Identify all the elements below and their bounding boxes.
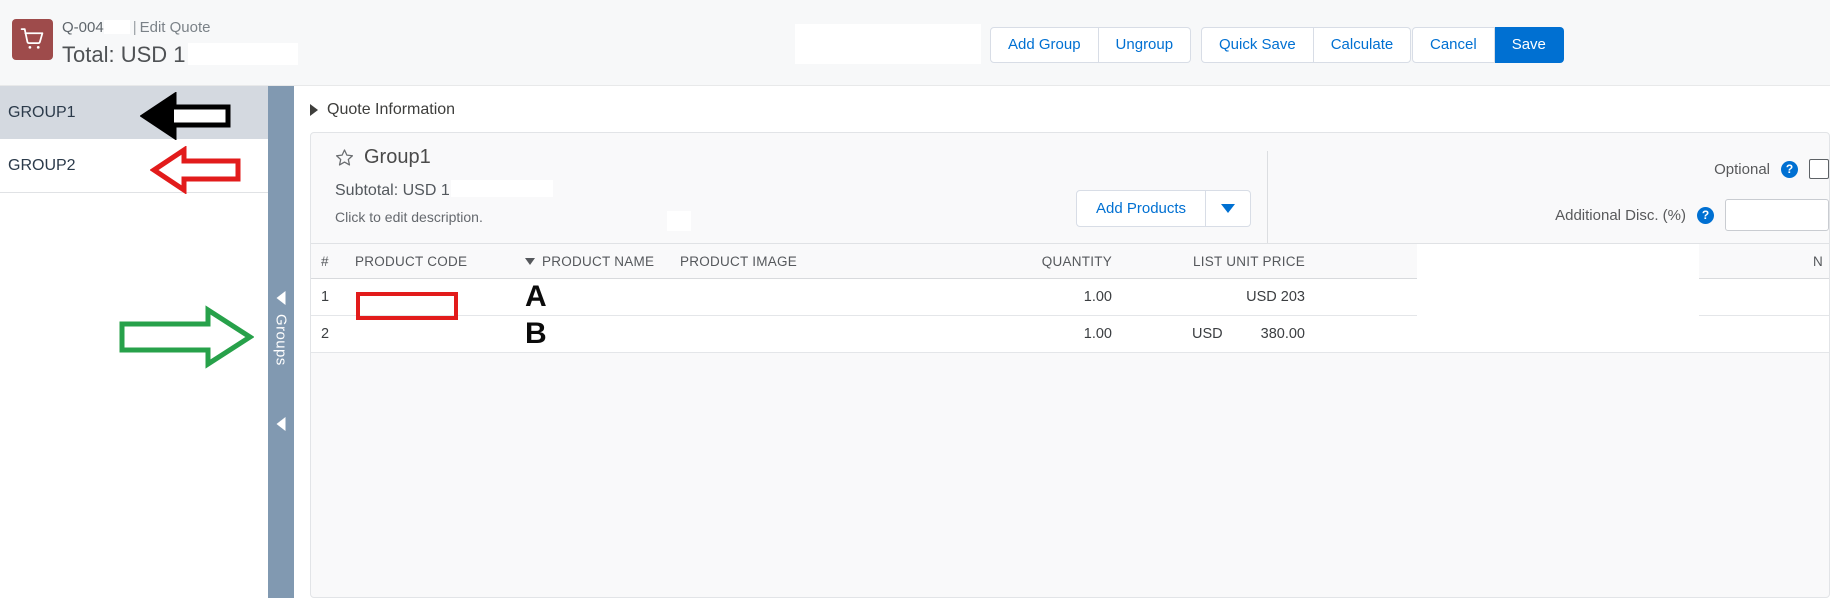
cell-quantity[interactable]: 1.00 <box>912 326 1138 342</box>
red-rectangle-highlight <box>356 292 458 320</box>
quote-editor-page: Q-004 | Edit Quote Total: USD 1 Add Group … <box>0 0 1830 598</box>
help-icon[interactable]: ? <box>1697 206 1714 224</box>
quick-save-button[interactable]: Quick Save <box>1201 27 1314 63</box>
star-outline-icon[interactable] <box>335 148 354 167</box>
group-list-item-group1[interactable]: GROUP1 <box>0 86 268 139</box>
total-label: Total: USD 1 <box>62 42 186 67</box>
group-card-header: Group1 Subtotal: USD 1 Click to edit des… <box>311 133 1829 249</box>
redacted-block-subtotal <box>450 180 553 197</box>
page-header: Q-004 | Edit Quote Total: USD 1 Add Group … <box>0 0 1830 86</box>
breadcrumb: Q-004 | Edit Quote <box>62 18 298 38</box>
group-card-header-left: Group1 Subtotal: USD 1 Click to edit des… <box>335 146 553 225</box>
quote-id: Q-004 <box>62 19 104 36</box>
help-icon[interactable]: ? <box>1781 160 1798 178</box>
optional-label: Optional <box>1714 160 1770 178</box>
group-list-item-group2[interactable]: GROUP2 <box>0 139 268 192</box>
group-title: Group1 <box>364 146 431 168</box>
chevron-down-icon <box>1221 204 1236 213</box>
column-header-product-name[interactable]: PRODUCT NAME <box>525 254 680 269</box>
product-table: # PRODUCT CODE PRODUCT NAME PRODUCT IMAG… <box>311 243 1829 353</box>
additional-discount-input[interactable] <box>1725 199 1829 231</box>
group-options-panel: Optional ? Additional Disc. (%) ? <box>1269 153 1829 245</box>
group-list-sidebar: GROUP1 GROUP2 <box>0 86 268 598</box>
cell-index: 1 <box>321 289 330 305</box>
header-titles: Q-004 | Edit Quote Total: USD 1 <box>62 18 298 70</box>
card-header-divider <box>1267 151 1268 249</box>
group-list-divider <box>0 192 268 193</box>
quote-information-label: Quote Information <box>327 101 456 118</box>
save-actions-button-group: Quick Save Calculate <box>1201 27 1412 63</box>
additional-discount-row: Additional Disc. (%) ? <box>1269 199 1829 231</box>
group-subtotal: Subtotal: USD 1 <box>335 180 553 200</box>
column-header-index[interactable]: # <box>311 254 355 269</box>
collapse-arrow-top-icon[interactable] <box>276 291 286 305</box>
optional-checkbox[interactable] <box>1809 159 1829 179</box>
redacted-block-table <box>1417 244 1699 344</box>
chevron-right-icon <box>310 104 318 116</box>
add-group-button[interactable]: Add Group <box>990 27 1099 63</box>
add-products-button[interactable]: Add Products <box>1076 190 1207 227</box>
cell-product-name[interactable]: A <box>525 282 680 312</box>
cell-product-name[interactable]: B <box>525 319 680 349</box>
group-description-placeholder[interactable]: Click to edit description. <box>335 209 553 225</box>
cancel-save-button-group: Cancel Save <box>1412 27 1564 63</box>
collapse-arrow-bottom-icon[interactable] <box>276 417 286 431</box>
shopping-cart-icon <box>12 19 53 60</box>
group-actions-button-group: Add Group Ungroup <box>990 27 1192 63</box>
cell-list-unit-price[interactable]: USD 203 <box>1138 289 1333 305</box>
cell-product-name-value: B <box>525 317 547 350</box>
page-title: Total: USD 1 <box>62 40 298 70</box>
add-products-dropdown-button[interactable] <box>1206 190 1252 227</box>
column-header-product-code[interactable]: PRODUCT CODE <box>355 254 525 269</box>
groups-rail-toggle[interactable]: Groups <box>268 86 294 598</box>
redacted-block-quote-id <box>103 20 130 34</box>
cell-price-amount: 380.00 <box>1260 326 1305 342</box>
quote-information-section-toggle[interactable]: Quote Information <box>294 86 455 119</box>
save-button[interactable]: Save <box>1494 27 1564 63</box>
groups-rail-label: Groups <box>272 314 290 366</box>
cancel-button[interactable]: Cancel <box>1412 27 1495 63</box>
group-list-item-label: GROUP1 <box>8 103 76 121</box>
ungroup-button[interactable]: Ungroup <box>1098 27 1192 63</box>
cell-quantity[interactable]: 1.00 <box>912 289 1138 305</box>
breadcrumb-separator: | <box>132 19 137 36</box>
cell-index: 2 <box>321 326 330 342</box>
page-mode-label: Edit Quote <box>139 19 211 36</box>
cell-product-name-value: A <box>525 280 547 313</box>
add-products-button-group: Add Products <box>1076 190 1252 227</box>
redacted-block-total <box>187 43 298 65</box>
main-content: Quote Information Group1 Subtotal: USD 1… <box>294 86 1830 598</box>
group-subtotal-label: Subtotal: USD 1 <box>335 182 450 199</box>
header-blank-field[interactable] <box>795 24 981 64</box>
column-header-product-image[interactable]: PRODUCT IMAGE <box>680 254 912 269</box>
column-header-product-name-label: PRODUCT NAME <box>542 253 655 269</box>
sort-chevron-down-icon <box>525 257 535 265</box>
column-header-quantity[interactable]: QUANTITY <box>912 254 1138 269</box>
column-header-list-unit-price[interactable]: LIST UNIT PRICE <box>1138 254 1333 269</box>
group-card: Group1 Subtotal: USD 1 Click to edit des… <box>310 132 1830 598</box>
group-list-item-label: GROUP2 <box>8 156 76 174</box>
calculate-button[interactable]: Calculate <box>1313 27 1412 63</box>
cell-price-currency: USD <box>1192 326 1223 342</box>
optional-row: Optional ? <box>1269 153 1829 185</box>
additional-discount-label: Additional Disc. (%) <box>1555 206 1686 224</box>
cell-list-unit-price[interactable]: USD 380.00 <box>1138 326 1333 342</box>
redacted-block-small <box>667 211 691 231</box>
group-title-row: Group1 <box>335 146 553 169</box>
